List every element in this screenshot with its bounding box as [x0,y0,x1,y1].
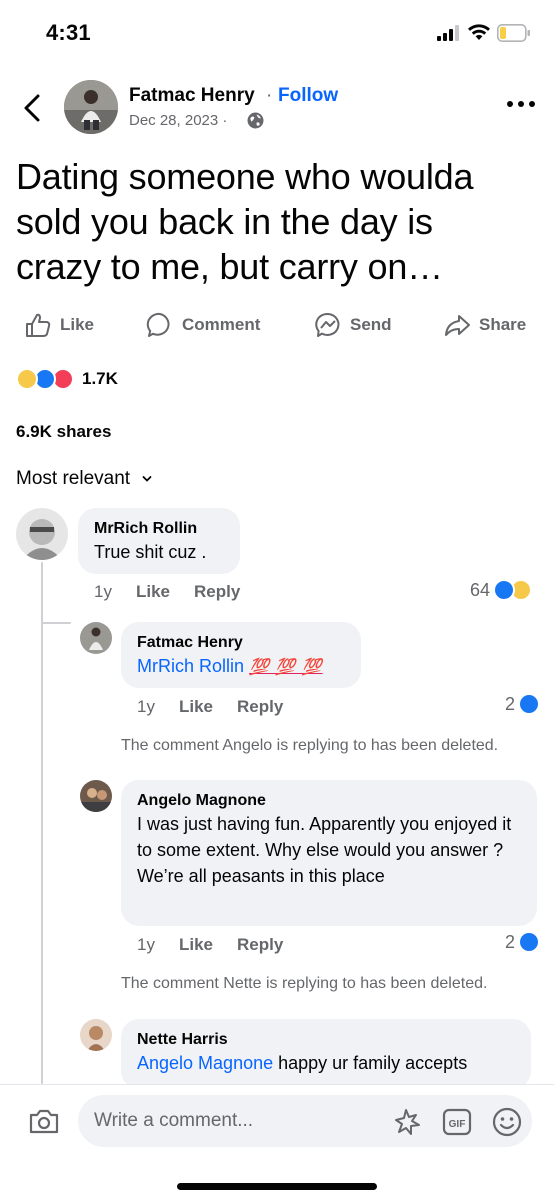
like-reaction-icon [518,693,541,715]
reaction-summary[interactable]: 1.7K [16,366,118,392]
like-label: Like [60,315,95,334]
comment-sort-dropdown[interactable]: Most relevant [16,468,152,490]
like-reaction-icon [518,931,541,953]
hundred-points-icon: 💯 💯 💯 [249,659,323,676]
post-header: Fatmac Henry · Follow Dec 28, 2023 · [0,72,554,142]
commenter-avatar[interactable] [16,508,68,560]
mention-link[interactable]: MrRich Rollin [137,656,244,676]
send-label: Send [350,315,392,334]
comment-reactions[interactable]: 64 [470,579,533,601]
author-avatar[interactable] [64,80,118,134]
reply-reaction-count: 2 [505,693,516,714]
reply-name[interactable]: Fatmac Henry [137,632,345,653]
emoji-icon[interactable] [491,1106,523,1138]
author-name[interactable]: Fatmac Henry [129,85,255,107]
comment-label: Comment [182,315,261,334]
reply-reaction-count: 2 [505,931,516,952]
reply-reactions[interactable]: 2 [505,693,541,715]
thread-connector [41,622,71,624]
reply-meta: 1y Like Reply [137,697,283,717]
reply-bubble: Fatmac Henry MrRich Rollin 💯 💯 💯 [121,622,361,688]
svg-text:GIF: GIF [449,1119,466,1130]
chevron-down-icon [142,476,152,482]
reply-avatar[interactable] [80,780,112,812]
reply-text: MrRich Rollin 💯 💯 💯 [137,653,345,681]
sort-label: Most relevant [16,468,131,489]
post-date[interactable]: Dec 28, 2023 · [129,112,227,129]
name-separator: · [266,85,273,106]
reply-name[interactable]: Nette Harris [137,1029,515,1050]
deleted-notice: The comment Nette is replying to has bee… [121,975,488,992]
messenger-icon [315,312,340,337]
share-icon [445,315,470,336]
reply-text: Angelo Magnone happy ur family accepts [137,1050,515,1076]
more-icon[interactable] [506,98,536,110]
share-label: Share [479,315,527,334]
like-button[interactable]: Like [24,304,94,346]
reply-avatar[interactable] [80,1019,112,1051]
comment-reply-button[interactable]: Reply [194,582,240,602]
comment-icon [146,312,170,337]
reply-bubble: Angelo Magnone I was just having fun. Ap… [121,780,537,926]
reply-reply-button[interactable]: Reply [237,935,283,955]
comment-like-button[interactable]: Like [136,582,170,602]
comment-age[interactable]: 1y [94,582,112,602]
gif-icon[interactable]: GIF [442,1107,472,1137]
camera-icon[interactable] [28,1107,60,1135]
send-button[interactable]: Send [314,304,392,346]
sticker-icon[interactable] [394,1107,424,1137]
reply-text: I was just having fun. Apparently you en… [137,814,512,886]
reply-avatar[interactable] [80,622,112,654]
wifi-icon [468,24,490,40]
reply-age[interactable]: 1y [137,697,155,717]
deleted-notice: The comment Angelo is replying to has be… [121,737,499,754]
reply-age[interactable]: 1y [137,935,155,955]
signal-icon [437,25,459,41]
like-reaction-icon [493,579,516,601]
thumbs-up-icon [26,313,51,337]
comment-reaction-count: 64 [470,579,491,600]
comment-meta: 1y Like Reply [94,582,240,602]
reply-name[interactable]: Angelo Magnone [137,790,521,811]
reply-text-body: happy ur family accepts [273,1053,468,1073]
back-icon[interactable] [18,90,48,126]
share-count[interactable]: 6.9K shares [16,422,111,442]
reply-like-button[interactable]: Like [179,697,213,717]
status-time: 4:31 [46,20,91,45]
mention-link[interactable]: Angelo Magnone [137,1053,273,1073]
comment-button[interactable]: Comment [146,304,260,346]
reply-like-button[interactable]: Like [179,935,213,955]
haha-reaction-icon [16,368,38,390]
comment-bubble: MrRich Rollin True shit cuz . [78,508,240,574]
follow-button[interactable]: Follow [278,85,338,107]
share-button[interactable]: Share [443,304,526,346]
battery-icon [497,24,530,42]
reaction-count: 1.7K [82,369,118,388]
reply-bubble: Nette Harris Angelo Magnone happy ur fam… [121,1019,531,1089]
post-actions: Like Comment Send Share [0,304,554,346]
status-bar: 4:31 [0,0,554,62]
reply-reactions[interactable]: 2 [505,931,541,953]
reply-meta: 1y Like Reply [137,935,283,955]
post-text: Dating someone who woulda sold you back … [16,156,474,287]
comment-composer: GIF [0,1084,554,1200]
comment-text: True shit cuz . [94,542,207,562]
reply-reply-button[interactable]: Reply [237,697,283,717]
globe-icon [247,112,264,129]
thread-line [41,562,43,1084]
home-indicator [177,1183,377,1190]
commenter-name[interactable]: MrRich Rollin [94,518,224,539]
